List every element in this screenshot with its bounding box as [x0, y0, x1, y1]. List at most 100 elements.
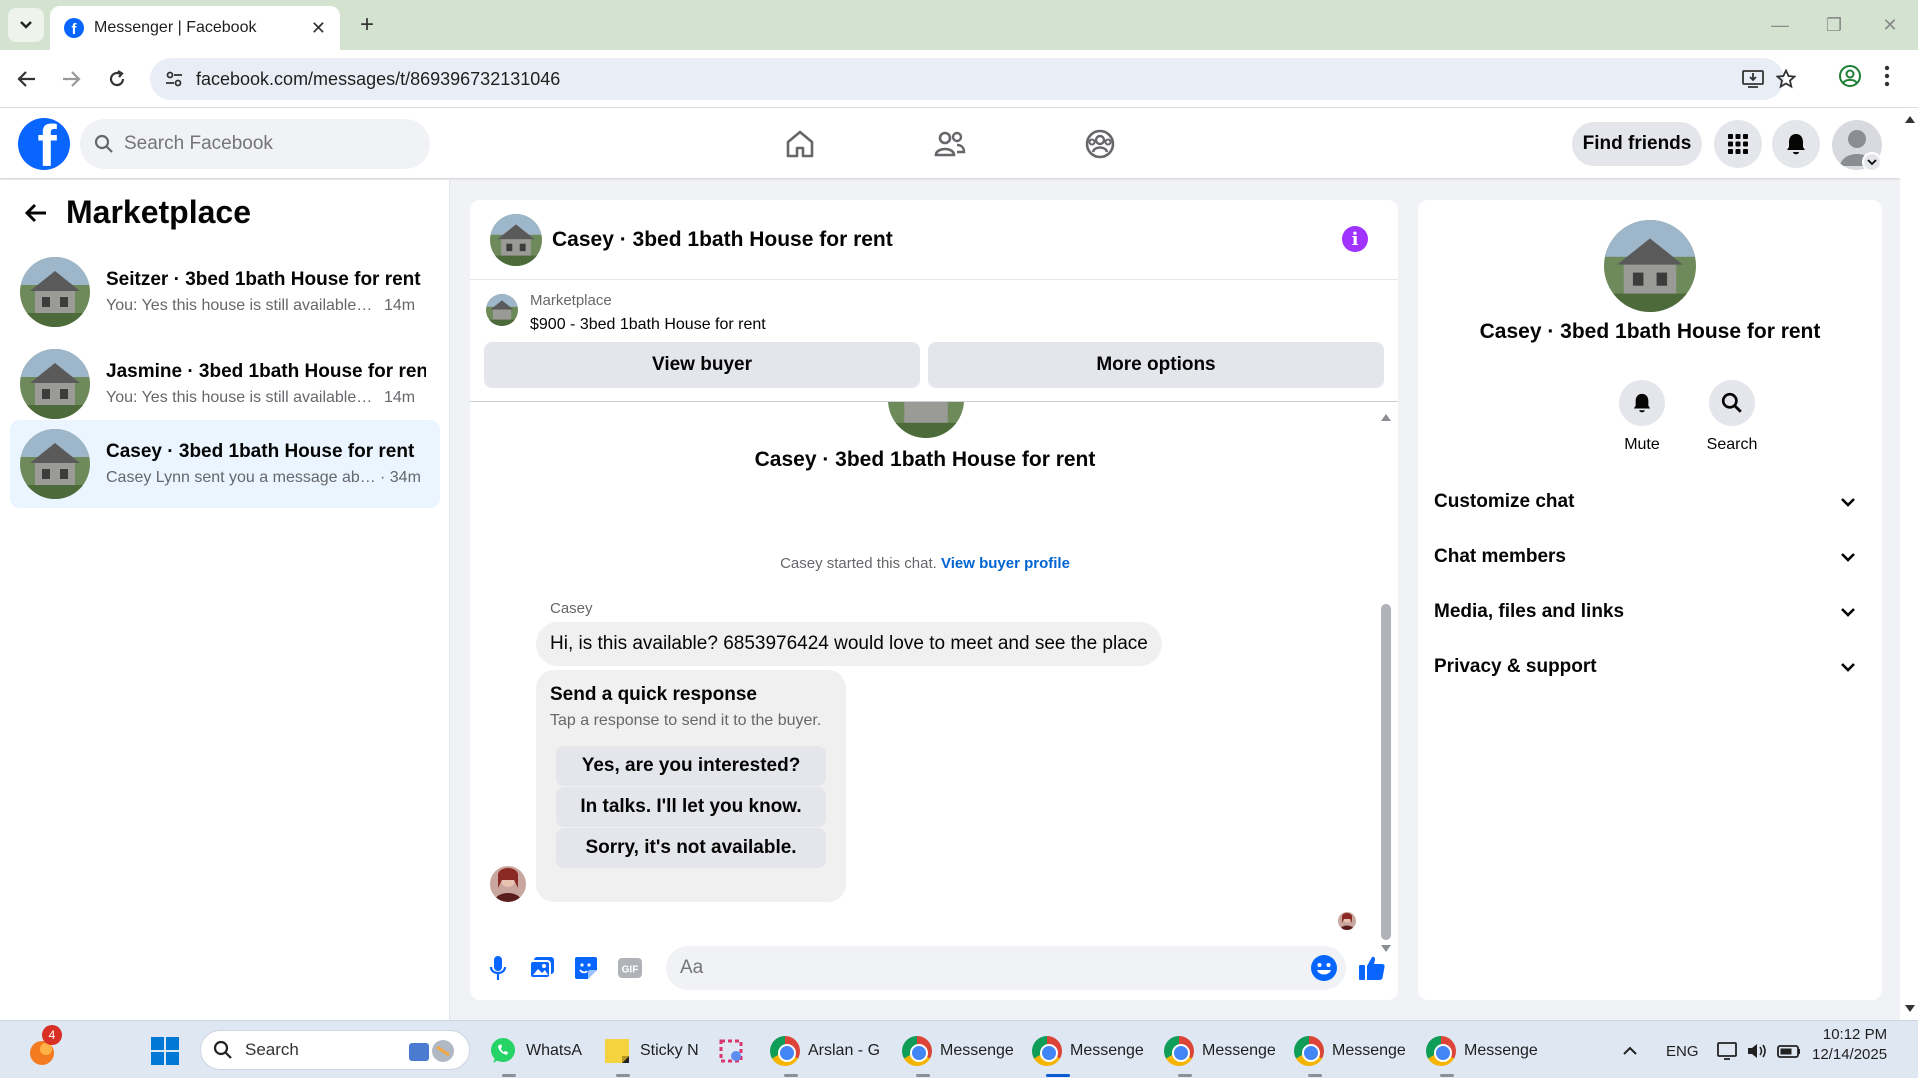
reload-button[interactable] — [102, 64, 132, 94]
attach-photo-button[interactable] — [526, 952, 558, 984]
mute-button[interactable]: Mute — [1602, 380, 1682, 454]
sender-avatar[interactable] — [490, 866, 526, 902]
conversation-item[interactable]: Seitzer · 3bed 1bath House for rent You:… — [10, 248, 440, 336]
message-bubble[interactable]: Hi, is this available? 6853976424 would … — [536, 622, 1162, 666]
search-icon — [94, 134, 113, 153]
taskbar-app-messenger[interactable]: Messenge — [1426, 1031, 1538, 1077]
taskbar-app-messenger[interactable]: Messenge — [902, 1031, 1014, 1077]
more-options-button[interactable]: More options — [928, 342, 1384, 388]
search-input[interactable] — [124, 133, 404, 155]
back-arrow-icon[interactable] — [24, 202, 48, 224]
account-dropdown-icon[interactable] — [1862, 152, 1882, 172]
language-indicator[interactable]: ENG — [1666, 1031, 1699, 1071]
menu-button[interactable] — [1714, 120, 1762, 168]
quick-response-button[interactable]: In talks. I'll let you know. — [556, 787, 826, 827]
chat-info-avatar — [1604, 220, 1696, 312]
message-input-box[interactable] — [666, 946, 1346, 990]
site-settings-icon[interactable] — [164, 69, 184, 89]
url-text: facebook.com/messages/t/869396732131046 — [196, 68, 561, 89]
emoji-icon[interactable] — [1310, 954, 1338, 982]
chat-info-name: Casey · 3bed 1bath House for rent — [1479, 320, 1821, 343]
browser-menu-icon[interactable] — [1884, 64, 1890, 88]
start-button[interactable] — [150, 1031, 180, 1071]
scroll-up-icon[interactable] — [1380, 412, 1392, 422]
nav-friends[interactable] — [928, 122, 972, 166]
taskbar-app-chrome-arslan[interactable]: Arslan - G — [770, 1031, 880, 1077]
info-icon[interactable]: i — [1342, 226, 1368, 252]
nav-home[interactable] — [778, 122, 822, 166]
notification-badge: 4 — [42, 1025, 62, 1045]
clock-time: 10:12 PM — [1822, 1026, 1888, 1043]
section-customize-chat[interactable]: Customize chat — [1434, 480, 1866, 524]
view-buyer-profile-link[interactable]: View buyer profile — [941, 555, 1070, 572]
facebook-logo-icon[interactable]: f — [18, 118, 70, 170]
url-field[interactable]: facebook.com/messages/t/869396732131046 — [150, 58, 1796, 100]
listing-title[interactable]: $900 - 3bed 1bath House for rent — [530, 316, 766, 334]
taskbar-app-whatsapp[interactable]: WhatsA — [488, 1031, 582, 1077]
chat-started-notice: Casey started this chat. View buyer prof… — [780, 555, 1070, 572]
search-in-chat-button[interactable]: Search — [1692, 380, 1772, 454]
scroll-up-icon[interactable] — [1904, 114, 1916, 124]
conversation-name: Seitzer · 3bed 1bath House for rent — [106, 269, 421, 290]
chat-scrollbar[interactable] — [1381, 604, 1391, 940]
taskbar-app-sticky-notes[interactable]: Sticky N — [602, 1031, 699, 1077]
profile-icon[interactable] — [1838, 64, 1862, 88]
groups-icon — [1085, 129, 1115, 159]
search-icon — [1721, 392, 1742, 413]
message-input[interactable] — [680, 957, 1280, 979]
chrome-icon — [1294, 1036, 1324, 1066]
new-tab-button[interactable]: + — [352, 10, 382, 40]
scroll-down-icon[interactable] — [1904, 1004, 1916, 1014]
close-tab-icon[interactable]: ✕ — [311, 18, 326, 39]
back-button[interactable] — [12, 64, 42, 94]
send-like-button[interactable] — [1356, 952, 1388, 984]
taskbar-widget[interactable]: 4 — [26, 1025, 62, 1071]
minimize-icon[interactable]: — — [1760, 10, 1800, 40]
chat-avatar[interactable] — [490, 213, 542, 266]
sticky-notes-icon — [605, 1039, 629, 1063]
browser-tab[interactable]: f Messenger | Facebook ✕ — [50, 6, 340, 50]
view-buyer-button[interactable]: View buyer — [484, 342, 920, 388]
taskbar-app-messenger[interactable]: Messenge — [1294, 1031, 1406, 1077]
section-chat-members[interactable]: Chat members — [1434, 535, 1866, 579]
chevron-up-icon — [1623, 1046, 1637, 1055]
nav-groups[interactable] — [1078, 122, 1122, 166]
voice-clip-button[interactable] — [482, 952, 514, 984]
chat-header: Casey · 3bed 1bath House for rent i — [470, 200, 1398, 280]
chat-title[interactable]: Casey · 3bed 1bath House for rent — [552, 228, 893, 252]
facebook-favicon-icon: f — [64, 18, 84, 38]
system-tray-icons[interactable] — [1716, 1031, 1806, 1071]
taskbar-app-messenger[interactable]: Messenge — [1032, 1031, 1144, 1077]
conversation-item[interactable]: Jasmine · 3bed 1bath House for rent You:… — [10, 340, 440, 428]
restore-icon[interactable]: ❐ — [1814, 10, 1854, 40]
taskbar-search[interactable]: Search — [200, 1030, 470, 1070]
close-window-icon[interactable]: ✕ — [1870, 10, 1910, 40]
taskbar-app-snipping-tool[interactable] — [716, 1031, 754, 1071]
notifications-button[interactable] — [1772, 120, 1820, 168]
show-hidden-icons-button[interactable] — [1622, 1031, 1638, 1071]
forward-button[interactable] — [56, 64, 86, 94]
tab-search-dropdown[interactable] — [8, 8, 44, 42]
message-list: Casey · 3bed 1bath House for rent Casey … — [470, 402, 1398, 942]
gif-button[interactable]: GIF — [614, 952, 646, 984]
sidebar-title: Marketplace — [66, 194, 251, 230]
find-friends-button[interactable]: Find friends — [1572, 122, 1702, 166]
clock[interactable]: 10:12 PM 12/14/2025 — [1812, 1025, 1887, 1073]
conversation-item-selected[interactable]: Casey · 3bed 1bath House for rent Casey … — [10, 420, 440, 508]
section-privacy-support[interactable]: Privacy & support — [1434, 645, 1866, 689]
taskbar-app-messenger[interactable]: Messenge — [1164, 1031, 1276, 1077]
tab-title: Messenger | Facebook — [94, 19, 257, 36]
chrome-icon — [1032, 1036, 1062, 1066]
search-highlight-icon — [409, 1040, 454, 1062]
chevron-down-icon — [1841, 608, 1855, 617]
quick-response-button[interactable]: Yes, are you interested? — [556, 746, 826, 786]
quick-response-button[interactable]: Sorry, it's not available. — [556, 828, 826, 868]
section-media-files-links[interactable]: Media, files and links — [1434, 590, 1866, 634]
facebook-search[interactable] — [80, 119, 430, 169]
page-scrollbar[interactable] — [1900, 108, 1918, 1020]
bookmark-star-icon[interactable] — [1776, 69, 1796, 89]
mute-label: Mute — [1624, 436, 1660, 453]
whatsapp-icon — [491, 1038, 515, 1063]
install-app-icon[interactable] — [1742, 69, 1764, 89]
sticker-button[interactable] — [570, 952, 602, 984]
